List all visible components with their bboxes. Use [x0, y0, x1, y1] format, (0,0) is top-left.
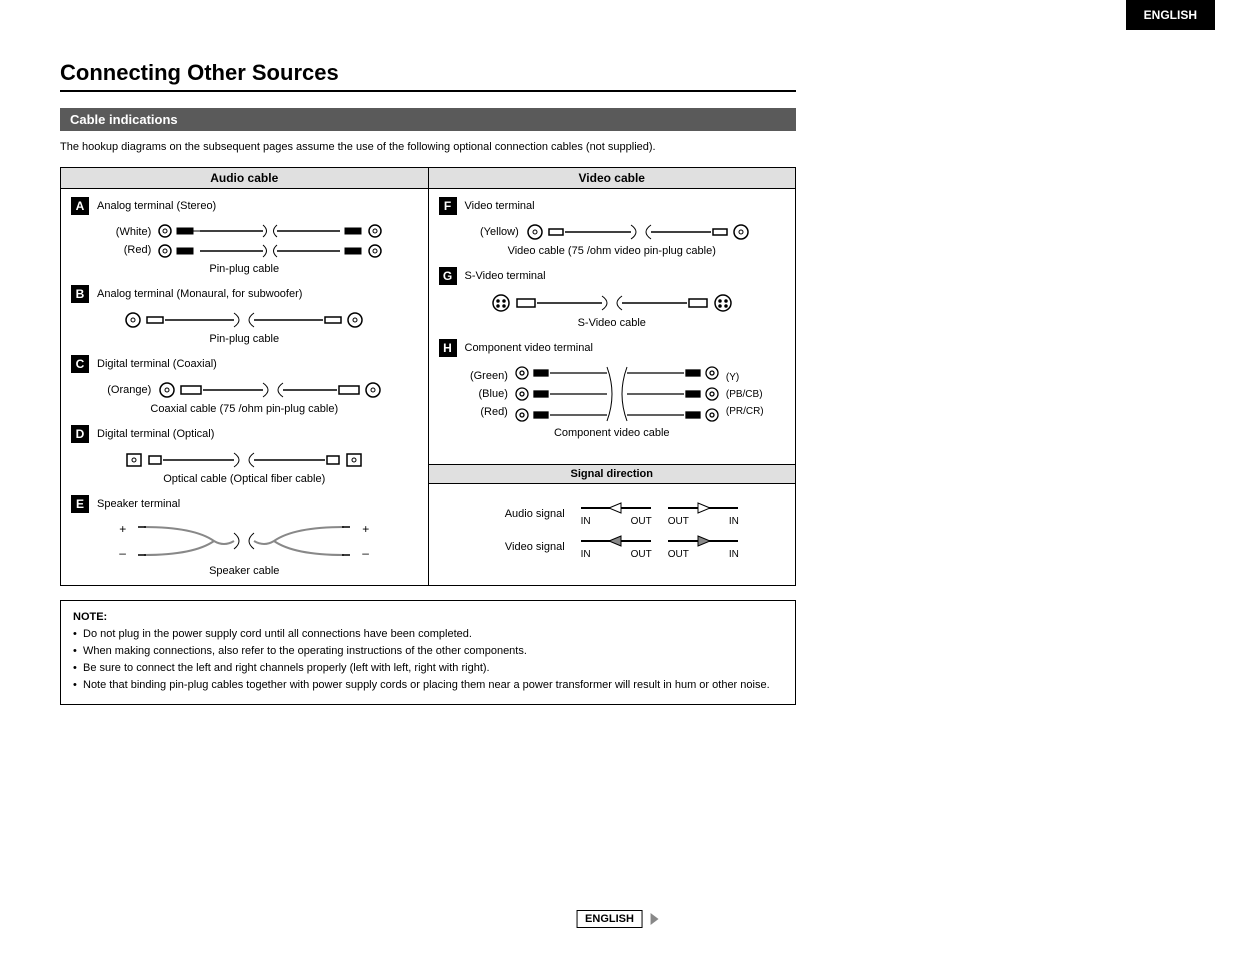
name-D: Digital terminal (Optical): [97, 428, 214, 440]
yellow-label: (Yellow): [471, 226, 519, 238]
video-cell: F Video terminal (Yellow): [428, 189, 796, 465]
note-title: NOTE:: [73, 611, 783, 623]
cable-B: B Analog terminal (Monaural, for subwoof…: [71, 285, 418, 345]
name-E: Speaker terminal: [97, 498, 180, 510]
coax-cable-icon: [155, 379, 385, 401]
component-cable-icon: [512, 363, 722, 425]
minus-left: –: [119, 546, 126, 560]
plus-left: +: [119, 522, 126, 536]
caption-E: Speaker cable: [71, 565, 418, 577]
minus-right: –: [362, 546, 369, 560]
cable-C: C Digital terminal (Coaxial) (Orange): [71, 355, 418, 415]
video-signal-row: Video signal IN OUT OUT IN: [439, 535, 786, 560]
cable-H: H Component video terminal (Green) (Blue…: [439, 339, 786, 439]
red-label: (Red): [103, 244, 151, 256]
out-label4: OUT: [668, 549, 689, 560]
optical-cable-icon: [119, 449, 369, 471]
green-label: (Green): [460, 370, 508, 382]
page-title: Connecting Other Sources: [60, 60, 796, 86]
out-label2: OUT: [668, 516, 689, 527]
arrow-in-solid-icon: [581, 535, 651, 547]
cable-F: F Video terminal (Yellow): [439, 197, 786, 257]
in-label3: IN: [581, 549, 591, 560]
caption-B: Pin-plug cable: [71, 333, 418, 345]
video-cable-icon: [523, 221, 753, 243]
footer-lang: ENGLISH: [576, 910, 643, 928]
badge-D: D: [71, 425, 89, 443]
intro-text: The hookup diagrams on the subsequent pa…: [60, 141, 796, 153]
cable-G: G S-Video terminal: [439, 267, 786, 329]
in-label2: IN: [729, 516, 739, 527]
svideo-cable-icon: [487, 291, 737, 315]
caption-G: S-Video cable: [439, 317, 786, 329]
badge-A: A: [71, 197, 89, 215]
note-item: When making connections, also refer to t…: [73, 644, 783, 659]
name-F: Video terminal: [465, 200, 535, 212]
plus-right: +: [362, 522, 369, 536]
name-G: S-Video terminal: [465, 270, 546, 282]
caption-H: Component video cable: [439, 427, 786, 439]
video-header: Video cable: [428, 168, 796, 189]
pb-label: (PB/CB): [726, 389, 764, 400]
cable-table: Audio cable Video cable A Analog termina…: [60, 167, 796, 586]
note-item: Do not plug in the power supply cord unt…: [73, 627, 783, 642]
title-rule: [60, 90, 796, 92]
badge-E: E: [71, 495, 89, 513]
badge-F: F: [439, 197, 457, 215]
in-label: IN: [581, 516, 591, 527]
badge-G: G: [439, 267, 457, 285]
note-box: NOTE: Do not plug in the power supply co…: [60, 600, 796, 705]
orange-label: (Orange): [103, 384, 151, 396]
caption-F: Video cable (75 /ohm video pin-plug cabl…: [439, 245, 786, 257]
name-H: Component video terminal: [465, 342, 593, 354]
video-signal-label: Video signal: [485, 541, 565, 553]
triangle-icon: [651, 913, 659, 925]
signal-header: Signal direction: [429, 465, 796, 484]
stereo-cable-icon: [155, 221, 385, 261]
white-label: (White): [103, 226, 151, 238]
cable-D: D Digital terminal (Optical): [71, 425, 418, 485]
signal-cell: Signal direction Audio signal IN OUT OUT I…: [428, 464, 796, 585]
footer: ENGLISH: [576, 910, 659, 928]
section-heading: Cable indications: [60, 108, 796, 131]
caption-C: Coaxial cable (75 /ohm pin-plug cable): [71, 403, 418, 415]
caption-D: Optical cable (Optical fiber cable): [71, 473, 418, 485]
speaker-cable-icon: [134, 519, 354, 563]
note-item: Note that binding pin-plug cables togeth…: [73, 678, 783, 693]
red-label-h: (Red): [460, 406, 508, 418]
name-B: Analog terminal (Monaural, for subwoofer…: [97, 288, 302, 300]
language-tab: ENGLISH: [1126, 0, 1215, 30]
cable-E: E Speaker terminal + –: [71, 495, 418, 577]
audio-cell: A Analog terminal (Stereo) (White) (Red): [61, 189, 429, 586]
mono-cable-icon: [119, 309, 369, 331]
audio-signal-label: Audio signal: [485, 508, 565, 520]
badge-C: C: [71, 355, 89, 373]
blue-label: (Blue): [460, 388, 508, 400]
y-label: (Y): [726, 372, 764, 383]
in-label4: IN: [729, 549, 739, 560]
caption-A: Pin-plug cable: [71, 263, 418, 275]
out-label: OUT: [631, 516, 652, 527]
pr-label: (PR/CR): [726, 406, 764, 417]
audio-header: Audio cable: [61, 168, 429, 189]
cable-A: A Analog terminal (Stereo) (White) (Red): [71, 197, 418, 275]
arrow-in-icon: [581, 502, 651, 514]
badge-B: B: [71, 285, 89, 303]
name-A: Analog terminal (Stereo): [97, 200, 216, 212]
audio-signal-row: Audio signal IN OUT OUT IN: [439, 502, 786, 527]
arrow-out-solid-icon: [668, 535, 738, 547]
badge-H: H: [439, 339, 457, 357]
arrow-out-icon: [668, 502, 738, 514]
name-C: Digital terminal (Coaxial): [97, 358, 217, 370]
out-label3: OUT: [631, 549, 652, 560]
note-item: Be sure to connect the left and right ch…: [73, 661, 783, 676]
